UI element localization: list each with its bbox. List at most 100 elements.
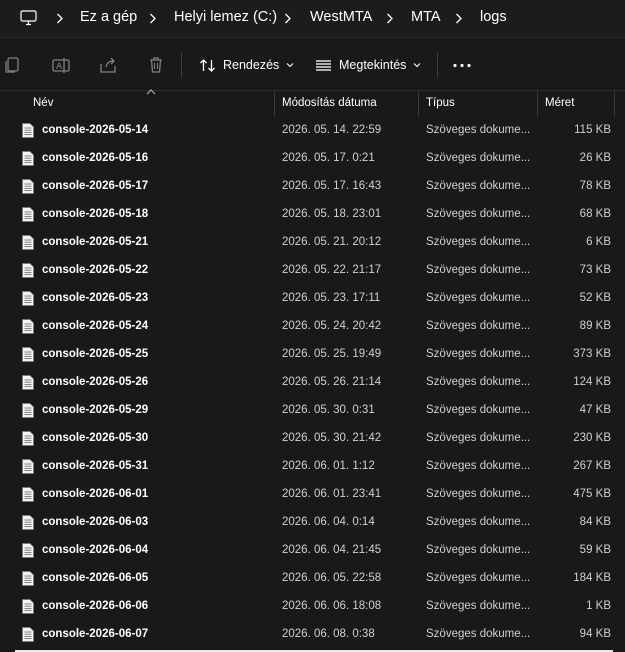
copy-icon[interactable]	[2, 55, 22, 75]
text-document-icon	[22, 543, 34, 558]
file-type: Szöveges dokume...	[426, 628, 531, 640]
file-row[interactable]: console-2026-06-07 2026. 06. 08. 0:38 Szöv…	[0, 621, 625, 649]
address-bar[interactable]: Ez a gép Helyi lemez (C:) WestMTA MTA lo…	[0, 0, 625, 37]
file-row[interactable]: console-2026-05-23 2026. 05. 23. 17:11 Szö…	[0, 285, 625, 313]
computer-monitor-icon[interactable]	[20, 10, 37, 26]
rename-icon[interactable]: A	[51, 55, 71, 75]
chevron-right-icon[interactable]	[455, 13, 463, 24]
file-size: 184 KB	[573, 572, 611, 584]
text-document-icon	[22, 347, 34, 362]
file-size: 78 KB	[579, 180, 611, 192]
file-name: console-2026-05-25	[42, 348, 149, 360]
text-document-icon	[22, 235, 34, 250]
file-name: console-2026-05-18	[42, 208, 149, 220]
text-document-icon	[22, 571, 34, 586]
file-row[interactable]: console-2026-05-26 2026. 05. 26. 21:14 Szö…	[0, 369, 625, 397]
file-type: Szöveges dokume...	[426, 208, 531, 220]
file-size: 84 KB	[579, 516, 611, 528]
file-row[interactable]: console-2026-05-17 2026. 05. 17. 16:43 Szö…	[0, 173, 625, 201]
file-modified-date: 2026. 05. 22. 21:17	[282, 264, 382, 276]
file-name: console-2026-05-26	[42, 376, 149, 388]
column-resize-handle[interactable]	[614, 91, 615, 117]
file-modified-date: 2026. 06. 01. 1:12	[282, 460, 375, 472]
column-header-type[interactable]: Típus	[426, 97, 455, 109]
file-type: Szöveges dokume...	[426, 152, 531, 164]
toolbar-divider	[437, 52, 438, 78]
file-row[interactable]: console-2026-06-03 2026. 06. 04. 0:14 Szöv…	[0, 509, 625, 537]
file-size: 73 KB	[579, 264, 611, 276]
breadcrumb-mta[interactable]: MTA	[411, 9, 441, 25]
file-size: 1 KB	[586, 600, 611, 612]
share-icon[interactable]	[98, 55, 118, 75]
chevron-right-icon[interactable]	[56, 13, 64, 24]
file-rows: console-2026-05-14 2026. 05. 14. 22:59 Szö…	[0, 117, 625, 649]
file-row[interactable]: console-2026-05-18 2026. 05. 18. 23:01 Szö…	[0, 201, 625, 229]
file-type: Szöveges dokume...	[426, 236, 531, 248]
file-size: 94 KB	[579, 628, 611, 640]
breadcrumb-local-disk[interactable]: Helyi lemez (C:)	[174, 9, 277, 25]
file-modified-date: 2026. 05. 18. 23:01	[282, 208, 382, 220]
view-button[interactable]: Megtekintés	[315, 52, 421, 78]
file-row[interactable]: console-2026-06-06 2026. 06. 06. 18:08 Szö…	[0, 593, 625, 621]
column-resize-handle[interactable]	[418, 91, 419, 117]
file-size: 47 KB	[579, 404, 611, 416]
file-row[interactable]: console-2026-06-01 2026. 06. 01. 23:41 Szö…	[0, 481, 625, 509]
breadcrumb-this-pc[interactable]: Ez a gép	[80, 9, 137, 25]
file-name: console-2026-05-24	[42, 320, 149, 332]
file-row[interactable]: console-2026-05-14 2026. 05. 14. 22:59 Szö…	[0, 117, 625, 145]
file-row[interactable]: console-2026-05-25 2026. 05. 25. 19:49 Szö…	[0, 341, 625, 369]
column-header-modified[interactable]: Módosítás dátuma	[282, 97, 377, 109]
delete-icon[interactable]	[146, 55, 166, 75]
text-document-icon	[22, 319, 34, 334]
file-type: Szöveges dokume...	[426, 292, 531, 304]
more-icon[interactable]	[452, 63, 472, 68]
file-row[interactable]: console-2026-05-22 2026. 05. 22. 21:17 Szö…	[0, 257, 625, 285]
column-resize-handle[interactable]	[274, 91, 275, 117]
file-row[interactable]: console-2026-05-31 2026. 06. 01. 1:12 Szöv…	[0, 453, 625, 481]
column-header-size[interactable]: Méret	[545, 97, 574, 109]
file-name: console-2026-05-22	[42, 264, 149, 276]
file-name: console-2026-05-14	[42, 124, 149, 136]
file-type: Szöveges dokume...	[426, 320, 531, 332]
chevron-right-icon[interactable]	[284, 13, 292, 24]
text-document-icon	[22, 431, 34, 446]
file-name: console-2026-06-01	[42, 488, 149, 500]
chevron-down-icon	[414, 63, 421, 68]
text-document-icon	[22, 515, 34, 530]
column-resize-handle[interactable]	[537, 91, 538, 117]
breadcrumb-westmta[interactable]: WestMTA	[310, 9, 372, 25]
file-modified-date: 2026. 06. 08. 0:38	[282, 628, 375, 640]
text-document-icon	[22, 123, 34, 138]
file-size: 52 KB	[579, 292, 611, 304]
file-size: 115 KB	[574, 124, 611, 136]
file-name: console-2026-05-23	[42, 292, 149, 304]
file-row[interactable]: console-2026-05-24 2026. 05. 24. 20:42 Szö…	[0, 313, 625, 341]
file-type: Szöveges dokume...	[426, 600, 531, 612]
chevron-right-icon[interactable]	[386, 13, 394, 24]
toolbar-divider	[181, 52, 182, 78]
file-type: Szöveges dokume...	[426, 348, 531, 360]
file-type: Szöveges dokume...	[426, 264, 531, 276]
sort-button[interactable]: Rendezés	[199, 52, 294, 78]
file-modified-date: 2026. 05. 26. 21:14	[282, 376, 382, 388]
file-row[interactable]: console-2026-05-21 2026. 05. 21. 20:12 Szö…	[0, 229, 625, 257]
file-name: console-2026-06-07	[42, 628, 149, 640]
file-row[interactable]: console-2026-06-05 2026. 06. 05. 22:58 Szö…	[0, 565, 625, 593]
file-name: console-2026-05-16	[42, 152, 149, 164]
file-modified-date: 2026. 05. 21. 20:12	[282, 236, 382, 248]
file-modified-date: 2026. 06. 01. 23:41	[282, 488, 382, 500]
file-row[interactable]: console-2026-05-30 2026. 05. 30. 21:42 Szö…	[0, 425, 625, 453]
chevron-right-icon[interactable]	[149, 13, 157, 24]
file-type: Szöveges dokume...	[426, 404, 531, 416]
file-type: Szöveges dokume...	[426, 180, 531, 192]
file-row[interactable]: console-2026-05-16 2026. 05. 17. 0:21 Szöv…	[0, 145, 625, 173]
file-modified-date: 2026. 05. 17. 0:21	[282, 152, 375, 164]
sort-label: Rendezés	[223, 58, 280, 72]
file-modified-date: 2026. 06. 04. 0:14	[282, 516, 375, 528]
file-size: 6 KB	[586, 236, 611, 248]
column-header-name[interactable]: Név	[33, 97, 53, 109]
file-size: 267 KB	[573, 460, 611, 472]
breadcrumb-logs[interactable]: logs	[480, 9, 507, 25]
file-row[interactable]: console-2026-06-04 2026. 06. 04. 21:45 Szö…	[0, 537, 625, 565]
file-row[interactable]: console-2026-05-29 2026. 05. 30. 0:31 Szöv…	[0, 397, 625, 425]
